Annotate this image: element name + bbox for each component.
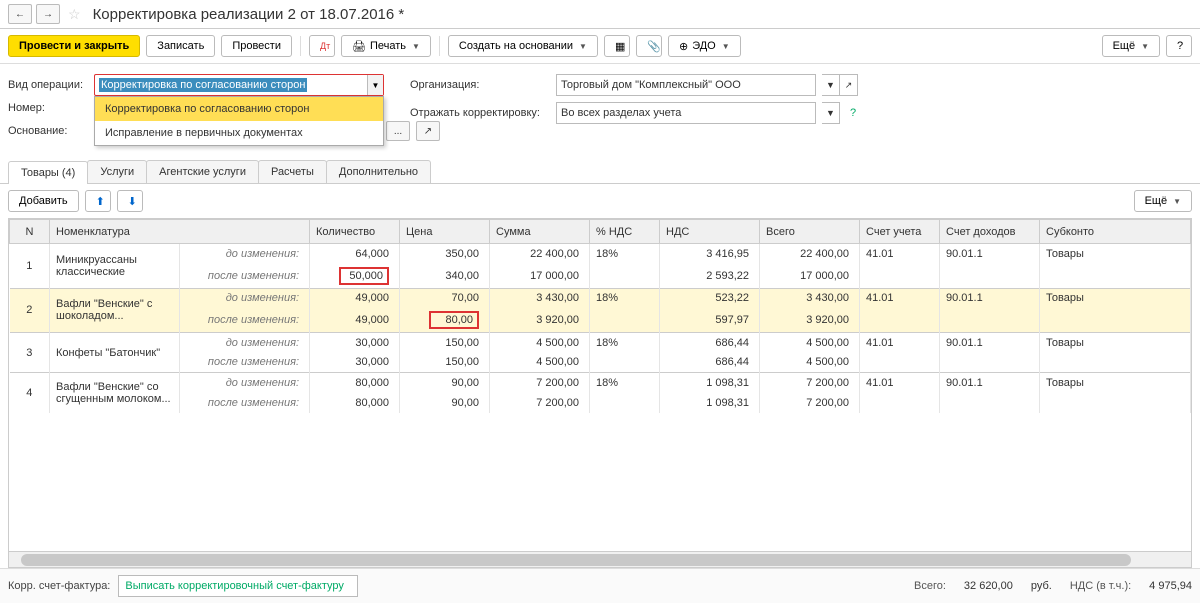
org-open-button[interactable]: ↗ <box>840 74 858 96</box>
table-row[interactable]: 2Вафли "Венские" с шоколадом...до измене… <box>10 288 1191 308</box>
globe-icon: ⊕ <box>679 40 688 53</box>
item-name: Миникруассаны классические <box>50 244 180 289</box>
col-header[interactable]: Всего <box>760 220 860 244</box>
help-button[interactable]: ? <box>1166 35 1192 57</box>
tab-2[interactable]: Агентские услуги <box>146 160 259 183</box>
item-name: Вафли "Венские" с шоколадом... <box>50 288 180 333</box>
attach-button[interactable]: 📎 <box>636 35 662 57</box>
table-row-after[interactable]: после изменения:49,00080,003 920,00597,9… <box>10 308 1191 333</box>
col-header[interactable]: Сумма <box>490 220 590 244</box>
move-down-button[interactable]: ⬇ <box>117 190 143 212</box>
op-type-select[interactable]: Корректировка по согласованию сторон <box>94 74 384 96</box>
dtkt-button[interactable]: Дт <box>309 35 335 57</box>
after-label: после изменения: <box>180 393 310 413</box>
more-button[interactable]: Ещё▼ <box>1102 35 1160 57</box>
tab-0[interactable]: Товары (4) <box>8 161 88 184</box>
separator <box>300 36 301 56</box>
col-header[interactable]: Счет доходов <box>940 220 1040 244</box>
tab-3[interactable]: Расчеты <box>258 160 327 183</box>
reflect-input[interactable]: Во всех разделах учета <box>556 102 816 124</box>
col-header[interactable]: Количество <box>310 220 400 244</box>
move-up-button[interactable]: ⬆ <box>85 190 111 212</box>
after-label: после изменения: <box>180 353 310 373</box>
vat-label: НДС (в т.ч.): <box>1070 580 1131 592</box>
table-row[interactable]: 4Вафли "Венские" со сгущенным молоком...… <box>10 373 1191 393</box>
before-label: до изменения: <box>180 373 310 393</box>
arrow-down-icon: ⬇ <box>128 195 137 208</box>
col-header[interactable]: Цена <box>400 220 490 244</box>
create-based-button[interactable]: Создать на основании▼ <box>448 35 598 57</box>
col-header[interactable]: НДС <box>660 220 760 244</box>
star-icon[interactable]: ☆ <box>68 6 81 23</box>
org-label: Организация: <box>410 79 550 91</box>
number-label: Номер: <box>8 102 88 114</box>
printer-icon: 🖨 <box>352 40 366 53</box>
row-number: 4 <box>10 373 50 413</box>
op-option-0[interactable]: Корректировка по согласованию сторон <box>95 97 383 121</box>
help-icon[interactable]: ? <box>850 107 856 119</box>
item-name: Конфеты "Батончик" <box>50 333 180 373</box>
col-header[interactable]: N <box>10 220 50 244</box>
before-label: до изменения: <box>180 288 310 308</box>
vat-value: 4 975,94 <box>1149 580 1192 592</box>
edo-button[interactable]: ⊕ЭДО▼ <box>668 35 741 57</box>
total-label: Всего: <box>914 580 946 592</box>
separator <box>439 36 440 56</box>
clip-icon: 📎 <box>647 40 661 53</box>
add-button[interactable]: Добавить <box>8 190 79 212</box>
row-number: 3 <box>10 333 50 373</box>
op-type-label: Вид операции: <box>8 79 88 91</box>
arrow-up-icon: ⬆ <box>96 195 105 208</box>
back-button[interactable]: ← <box>8 4 32 24</box>
corr-invoice-link[interactable]: Выписать корректировочный счет-фактуру <box>118 575 358 597</box>
op-type-dropdown-button[interactable]: ▼ <box>367 75 383 95</box>
write-button[interactable]: Записать <box>146 35 215 57</box>
item-name: Вафли "Венские" со сгущенным молоком... <box>50 373 180 413</box>
tab-1[interactable]: Услуги <box>87 160 147 183</box>
post-button[interactable]: Провести <box>221 35 292 57</box>
table-row[interactable]: 1Миникруассаны классическиедо изменения:… <box>10 244 1191 264</box>
org-input[interactable]: Торговый дом "Комплексный" ООО <box>556 74 816 96</box>
basis-label: Основание: <box>8 125 88 137</box>
currency: руб. <box>1031 580 1052 592</box>
forward-button[interactable]: → <box>36 4 60 24</box>
row-number: 2 <box>10 288 50 333</box>
col-header[interactable]: % НДС <box>590 220 660 244</box>
page-title: Корректировка реализации 2 от 18.07.2016… <box>93 6 405 23</box>
basis-more-button[interactable]: ... <box>386 121 410 141</box>
table-row[interactable]: 3Конфеты "Батончик"до изменения:30,00015… <box>10 333 1191 353</box>
reflect-label: Отражать корректировку: <box>410 107 550 119</box>
op-type-dropdown: Корректировка по согласованию сторон Исп… <box>94 96 384 146</box>
after-label: после изменения: <box>180 308 310 333</box>
org-dropdown-button[interactable]: ▼ <box>822 74 840 96</box>
table-row-after[interactable]: после изменения:80,00090,007 200,001 098… <box>10 393 1191 413</box>
print-button[interactable]: 🖨Печать▼ <box>341 35 431 57</box>
icon-button-1[interactable]: ▦ <box>604 35 630 57</box>
table-more-button[interactable]: Ещё▼ <box>1134 190 1192 212</box>
col-header[interactable]: Номенклатура <box>50 220 310 244</box>
total-value: 32 620,00 <box>964 580 1013 592</box>
col-header[interactable]: Счет учета <box>860 220 940 244</box>
tab-4[interactable]: Дополнительно <box>326 160 431 183</box>
table-row-after[interactable]: после изменения:50,000340,0017 000,002 5… <box>10 264 1191 289</box>
op-option-1[interactable]: Исправление в первичных документах <box>95 121 383 145</box>
before-label: до изменения: <box>180 244 310 264</box>
after-label: после изменения: <box>180 264 310 289</box>
corr-invoice-label: Корр. счет-фактура: <box>8 580 110 592</box>
before-label: до изменения: <box>180 333 310 353</box>
horizontal-scrollbar[interactable] <box>9 551 1191 567</box>
table-row-after[interactable]: после изменения:30,000150,004 500,00686,… <box>10 353 1191 373</box>
post-and-close-button[interactable]: Провести и закрыть <box>8 35 140 57</box>
col-header[interactable]: Субконто <box>1040 220 1191 244</box>
row-number: 1 <box>10 244 50 289</box>
reflect-dropdown-button[interactable]: ▼ <box>822 102 840 124</box>
